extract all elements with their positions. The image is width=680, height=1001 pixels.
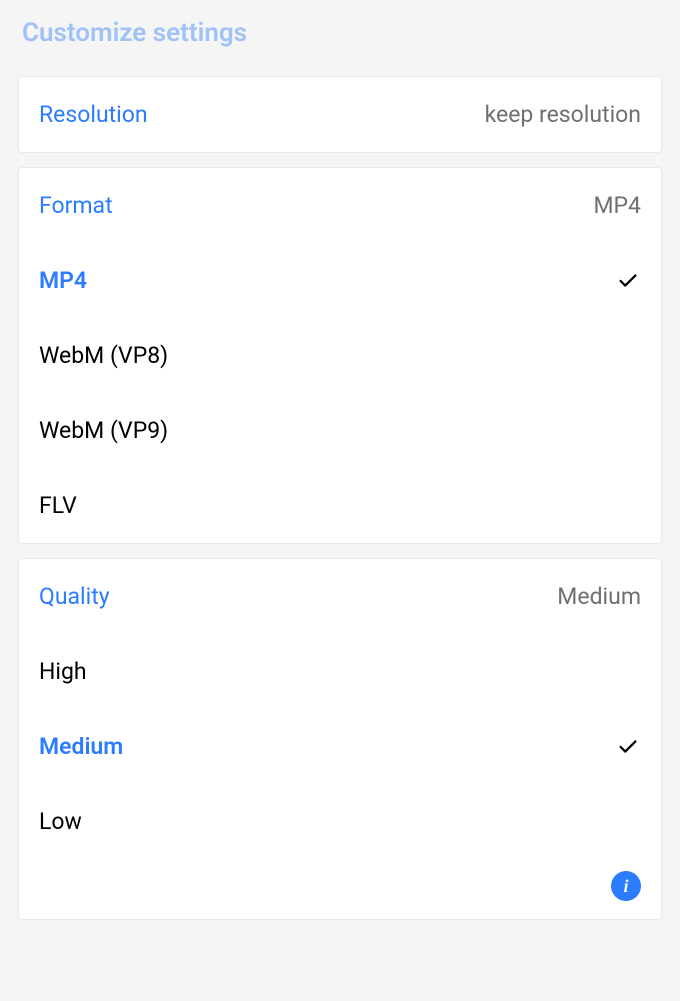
resolution-label: Resolution <box>39 101 148 128</box>
quality-option-label: Medium <box>39 733 123 760</box>
quality-option-label: Low <box>39 808 82 835</box>
resolution-value: keep resolution <box>485 101 641 128</box>
resolution-row[interactable]: Resolution keep resolution <box>19 77 661 152</box>
format-option-flv[interactable]: FLV <box>19 468 661 543</box>
format-option-label: WebM (VP9) <box>39 417 168 444</box>
format-option-label: WebM (VP8) <box>39 342 168 369</box>
quality-option-high[interactable]: High <box>19 634 661 709</box>
quality-card: Quality Medium High Medium Low i <box>18 558 662 920</box>
format-option-webm-vp9[interactable]: WebM (VP9) <box>19 393 661 468</box>
page-title: Customize settings <box>22 18 662 48</box>
check-icon <box>615 268 641 294</box>
resolution-card: Resolution keep resolution <box>18 76 662 153</box>
quality-header[interactable]: Quality Medium <box>19 559 661 634</box>
format-header[interactable]: Format MP4 <box>19 168 661 243</box>
quality-option-low[interactable]: Low <box>19 784 661 859</box>
format-label: Format <box>39 192 113 219</box>
format-option-webm-vp8[interactable]: WebM (VP8) <box>19 318 661 393</box>
quality-option-label: High <box>39 658 87 685</box>
check-icon <box>615 734 641 760</box>
format-option-label: MP4 <box>39 267 87 294</box>
quality-option-medium[interactable]: Medium <box>19 709 661 784</box>
info-icon[interactable]: i <box>611 871 641 901</box>
format-value: MP4 <box>593 192 641 219</box>
info-row: i <box>19 859 661 919</box>
format-option-label: FLV <box>39 492 77 519</box>
format-card: Format MP4 MP4 WebM (VP8) WebM (VP9) FLV <box>18 167 662 544</box>
format-option-mp4[interactable]: MP4 <box>19 243 661 318</box>
quality-value: Medium <box>557 583 641 610</box>
quality-label: Quality <box>39 583 110 610</box>
